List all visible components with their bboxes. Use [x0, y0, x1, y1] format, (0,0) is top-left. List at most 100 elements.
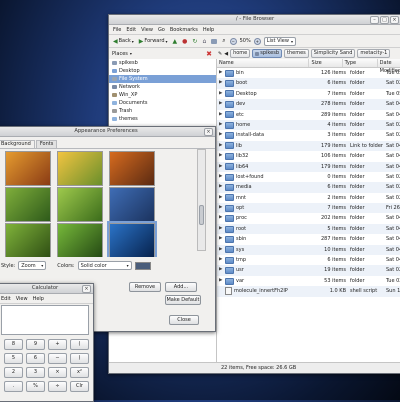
wallpaper-thumbnail[interactable] [5, 187, 51, 222]
expander-icon[interactable]: ▶ [219, 224, 223, 234]
table-row[interactable]: ▶ proc 202 items folder Sat 04 Dec 2010 07:5 [217, 213, 400, 223]
sidebar-item[interactable]: Desktop [109, 67, 216, 75]
column-name[interactable]: Name [217, 59, 310, 67]
calc-key[interactable]: x² [70, 367, 89, 378]
expander-icon[interactable]: ▶ [219, 265, 223, 275]
expander-icon[interactable]: ▶ [219, 68, 223, 78]
home-button[interactable]: ⌂ [201, 38, 207, 45]
places-selector[interactable]: Places ▾ ✖ [112, 50, 216, 58]
back-button[interactable]: ◀ Back ▾ [112, 38, 135, 45]
sidebar-item[interactable]: spikesb [109, 59, 216, 67]
calc-key[interactable]: 3 [26, 367, 45, 378]
wallpaper-thumbnail[interactable] [109, 151, 155, 186]
add-button[interactable]: Add... [165, 282, 197, 292]
menu-view[interactable]: View [16, 296, 28, 302]
calc-key[interactable]: × [48, 367, 67, 378]
crumb-metacity[interactable]: metacity-1 [357, 49, 391, 58]
sidebar-item[interactable]: Win_XP [109, 91, 216, 99]
make-default-button[interactable]: Make Default [165, 295, 201, 305]
appearance-titlebar[interactable]: Appearance Preferences × [0, 127, 215, 137]
menu-help[interactable]: Help [203, 27, 214, 33]
calc-key[interactable]: − [48, 353, 67, 364]
expander-icon[interactable]: ▶ [219, 141, 223, 151]
expander-icon[interactable]: ▶ [219, 89, 223, 99]
expander-icon[interactable]: ▶ [219, 78, 223, 88]
expander-icon[interactable]: ▶ [219, 203, 223, 213]
crumb-simplicity-sand[interactable]: Simplicity Sand [310, 49, 356, 58]
table-row[interactable]: ▶ root 5 items folder Sat 04 Dec 2010 07:5 [217, 223, 400, 235]
sidebar-item[interactable]: themes [109, 115, 216, 123]
menu-file[interactable]: File [113, 27, 121, 33]
calc-key[interactable]: ) [70, 353, 89, 364]
calc-key[interactable]: 5 [4, 353, 23, 364]
table-row[interactable]: ▶ lib32 106 items folder Sat 04 Dec 2010 17:… [217, 151, 400, 161]
table-row[interactable]: ▶ install-data 3 items folder Sat 02 Oct 201… [217, 130, 400, 140]
scrollbar-thumb[interactable] [199, 205, 204, 225]
close-dialog-button[interactable]: Close [169, 315, 199, 325]
table-row[interactable]: ▶ bin 126 items folder Tue 02 Nov 2010 16: [217, 68, 400, 78]
menu-help[interactable]: Help [33, 296, 44, 302]
column-date[interactable]: Date Modified [378, 59, 400, 74]
wallpaper-thumbnail[interactable] [57, 187, 103, 222]
calc-key[interactable]: 2 [4, 367, 23, 378]
table-row[interactable]: ▶ dev 278 items folder Sat 04 Dec 2010 07:5 [217, 99, 400, 110]
remove-button[interactable]: Remove [129, 282, 161, 292]
computer-button[interactable] [210, 38, 218, 44]
column-type[interactable]: Type [343, 59, 378, 67]
reload-button[interactable]: ↻ [191, 38, 198, 45]
calculator-titlebar[interactable]: Calculator × [0, 284, 93, 294]
calc-key[interactable]: 6 [26, 353, 45, 364]
calc-key[interactable]: Clr [70, 381, 89, 392]
expander-icon[interactable]: ▶ [219, 276, 223, 286]
style-select[interactable]: Zoom ▾ [18, 261, 47, 270]
table-row[interactable]: ▶ tmp 6 items folder Sat 04 Dec 2010 17:5 [217, 255, 400, 265]
wallpaper-scrollbar[interactable] [197, 149, 206, 251]
wallpaper-thumbnail[interactable] [107, 221, 157, 257]
expander-icon[interactable]: ▶ [219, 182, 223, 192]
table-row[interactable]: ▶ opt 7 items folder Fri 26 Nov 2010 18:5 [217, 203, 400, 214]
menu-bookmarks[interactable]: Bookmarks [170, 27, 198, 33]
table-row[interactable]: ▶ sys 10 items folder Sat 04 Dec 2010 07:5 [217, 244, 400, 256]
close-button[interactable]: × [204, 128, 213, 136]
expander-icon[interactable]: ▶ [219, 110, 223, 120]
table-row[interactable]: ▶ usr 19 items folder Sat 02 Oct 2010 08:0 [217, 265, 400, 276]
close-sidebar-icon[interactable]: ✖ [206, 50, 212, 58]
maximize-button[interactable]: □ [380, 16, 389, 24]
crumb-themes[interactable]: themes [284, 49, 309, 58]
tab-fonts[interactable]: Fonts [35, 140, 58, 148]
tab-background[interactable]: Background [0, 140, 35, 148]
wallpaper-thumbnail[interactable] [57, 223, 103, 257]
table-row[interactable]: ▶ Desktop 7 items folder Tue 05 Oct 2010 14:… [217, 89, 400, 99]
expander-icon[interactable]: ▶ [219, 130, 223, 140]
zoom-in-button[interactable]: + [253, 37, 261, 45]
expander-icon[interactable]: ▶ [219, 120, 223, 130]
close-button[interactable]: × [82, 285, 91, 293]
crumb-home[interactable]: home [230, 49, 251, 58]
search-button[interactable]: ⌕ [221, 37, 226, 45]
menu-go[interactable]: Go [158, 27, 165, 33]
wallpaper-thumbnail[interactable] [5, 151, 51, 186]
table-row[interactable]: ▶ lost+found 0 items folder Sat 02 Oct 2010 … [217, 172, 400, 182]
close-button[interactable]: × [390, 16, 399, 24]
wallpaper-thumbnail[interactable] [109, 187, 155, 222]
colors-select[interactable]: Solid color ▾ [77, 261, 132, 270]
scroll-left-icon[interactable]: ◀ [224, 51, 228, 57]
table-row[interactable]: ▶ sbin 287 items folder Sat 04 Dec 2010 17:5 [217, 234, 400, 244]
calc-key[interactable]: 8 [4, 339, 23, 350]
expander-icon[interactable]: ▶ [219, 151, 223, 161]
toggle-location-icon[interactable]: ✎ [218, 51, 222, 57]
forward-button[interactable]: ▶ Forward ▾ [138, 38, 169, 45]
wallpaper-thumbnail[interactable] [57, 151, 103, 186]
sidebar-item[interactable]: Documents [109, 99, 216, 107]
table-row[interactable]: ▶ var 53 items folder Tue 02 Nov 2010 16: [217, 276, 400, 286]
up-button[interactable]: ▲ [172, 38, 179, 45]
table-row[interactable]: molecule_innertFh2IP 1.0 KB shell script Su… [217, 286, 400, 297]
expander-icon[interactable]: ▶ [219, 245, 223, 255]
table-row[interactable]: ▶ lib 179 items Link to folderSat 04 Dec 20… [217, 140, 400, 152]
calc-key[interactable]: . [4, 381, 23, 392]
calc-key[interactable]: 9 [26, 339, 45, 350]
table-row[interactable]: ▶ mnt 2 items folder Sat 02 Oct 2010 07:5 [217, 193, 400, 203]
sidebar-item[interactable]: File System [109, 75, 216, 83]
calc-key[interactable]: + [48, 339, 67, 350]
file-browser-titlebar[interactable]: / - File Browser – □ × [109, 15, 400, 25]
